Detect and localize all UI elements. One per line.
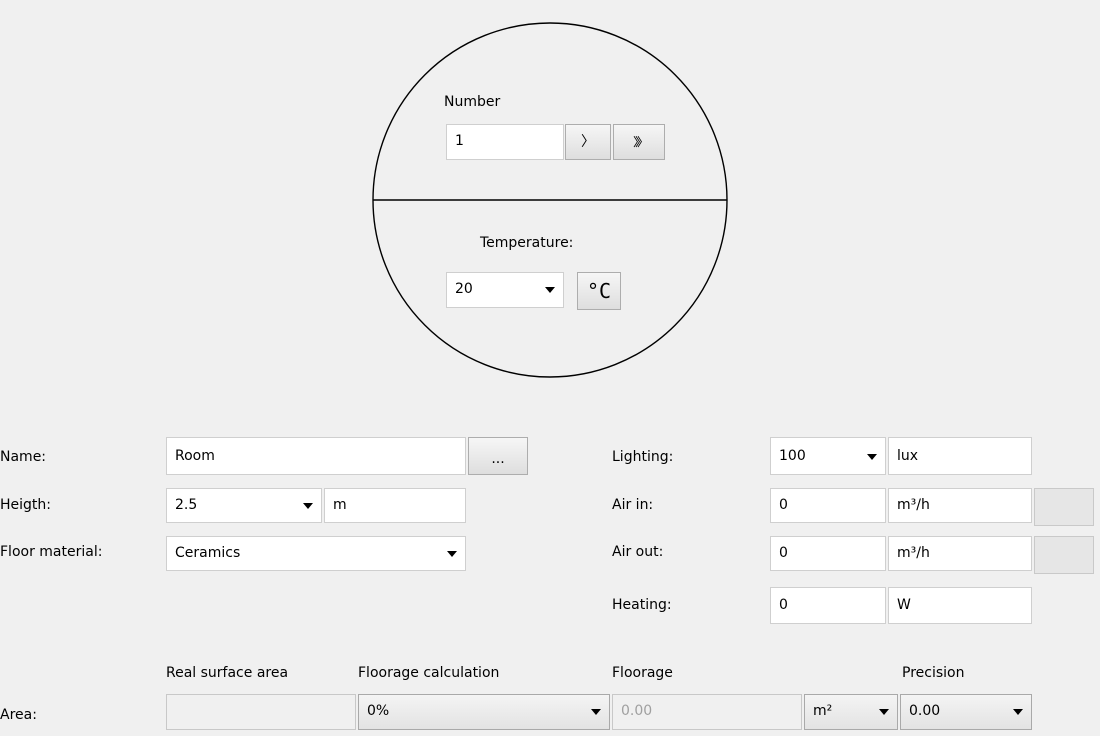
next-icon: 〉 (581, 134, 595, 150)
browse-button-label: ... (491, 451, 505, 467)
height-label: Heigth: (0, 497, 51, 513)
chevron-down-icon (1013, 709, 1023, 715)
temperature-label: Temperature: (480, 235, 574, 251)
fast-forward-icon: 〉〉〉 (632, 135, 649, 149)
next-number-button[interactable]: 〉 (565, 124, 611, 160)
celsius-icon: °C (586, 279, 612, 303)
height-unit-field[interactable]: m (324, 488, 466, 523)
chevron-down-icon (545, 287, 555, 293)
floorage-unit-select[interactable]: m² (804, 694, 898, 730)
height-select[interactable]: 2.5 (166, 488, 322, 523)
floorage-calculation-header: Floorage calculation (358, 665, 500, 681)
floor-material-value: Ceramics (175, 545, 241, 561)
height-value: 2.5 (175, 497, 198, 513)
browse-button[interactable]: ... (468, 437, 528, 475)
name-label: Name: (0, 449, 47, 465)
floorage-calculation-value: 0% (367, 703, 390, 719)
chevron-down-icon (867, 454, 877, 460)
lighting-select[interactable]: 100 (770, 437, 886, 475)
floorage-field: 0.00 (612, 694, 802, 730)
air-out-unit-field[interactable]: m³/h (888, 536, 1032, 571)
chevron-down-icon (303, 503, 313, 509)
floor-material-label: Floor material: (0, 544, 103, 560)
air-in-label: Air in: (612, 497, 654, 513)
number-input[interactable]: 1 (446, 124, 564, 160)
heating-input[interactable]: 0 (770, 587, 886, 624)
air-out-label: Air out: (612, 544, 664, 560)
floorage-calculation-select[interactable]: 0% (358, 694, 610, 730)
room-symbol-circle (372, 22, 728, 378)
precision-value: 0.00 (909, 703, 941, 719)
floorage-header: Floorage (612, 665, 673, 681)
air-out-input[interactable]: 0 (770, 536, 886, 571)
precision-select[interactable]: 0.00 (900, 694, 1032, 730)
heating-unit-field[interactable]: W (888, 587, 1032, 624)
lighting-unit-field[interactable]: lux (888, 437, 1032, 475)
area-label: Area: (0, 707, 37, 723)
name-input[interactable]: Room (166, 437, 466, 475)
fast-forward-number-button[interactable]: 〉〉〉 (613, 124, 665, 160)
air-out-button[interactable] (1034, 536, 1094, 574)
chevron-down-icon (591, 709, 601, 715)
chevron-down-icon (879, 709, 889, 715)
air-in-unit-field[interactable]: m³/h (888, 488, 1032, 523)
lighting-label: Lighting: (612, 449, 674, 465)
temperature-select[interactable]: 20 (446, 272, 564, 308)
real-surface-area-field (166, 694, 356, 730)
heating-label: Heating: (612, 597, 672, 613)
temperature-unit-button[interactable]: °C (577, 272, 621, 310)
precision-header: Precision (902, 665, 965, 681)
floorage-unit-value: m² (813, 703, 833, 719)
number-label: Number (444, 94, 501, 110)
temperature-value: 20 (455, 281, 473, 297)
floor-material-select[interactable]: Ceramics (166, 536, 466, 571)
lighting-value: 100 (779, 448, 806, 464)
air-in-button[interactable] (1034, 488, 1094, 526)
real-surface-area-header: Real surface area (166, 665, 289, 681)
chevron-down-icon (447, 551, 457, 557)
air-in-input[interactable]: 0 (770, 488, 886, 523)
